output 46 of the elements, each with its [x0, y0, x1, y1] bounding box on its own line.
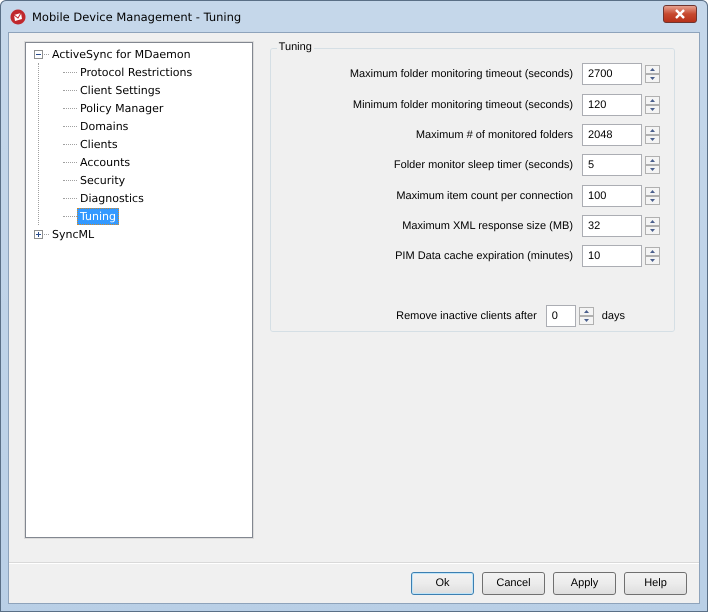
- number-field[interactable]: 10: [582, 245, 642, 268]
- number-field[interactable]: 120: [582, 94, 642, 116]
- group-title: Tuning: [276, 41, 314, 53]
- number-field[interactable]: 2048: [582, 124, 642, 146]
- number-field[interactable]: 32: [582, 215, 642, 238]
- dialog-button[interactable]: Apply: [553, 572, 616, 594]
- field-label: Remove inactive clients after: [396, 310, 537, 322]
- spin-buttons[interactable]: [645, 96, 660, 114]
- field-label: Maximum XML response size (MB): [402, 220, 573, 232]
- spin-buttons[interactable]: [645, 217, 660, 236]
- tree-item[interactable]: Protocol Restrictions: [77, 64, 196, 80]
- tree-item[interactable]: Policy Manager: [77, 100, 166, 116]
- spin-buttons[interactable]: [645, 65, 660, 84]
- unit-label: days: [602, 310, 625, 322]
- app-icon: [10, 8, 26, 24]
- tree-item[interactable]: Domains: [77, 118, 132, 134]
- tree-item[interactable]: Diagnostics: [77, 190, 147, 206]
- spin-buttons[interactable]: [645, 186, 660, 205]
- dialog-button[interactable]: Cancel: [482, 572, 545, 594]
- field-label: Maximum folder monitoring timeout (seconds): [350, 68, 573, 80]
- spin-buttons[interactable]: [578, 306, 594, 325]
- field-label: PIM Data cache expiration (minutes): [395, 250, 573, 262]
- number-field[interactable]: 100: [582, 184, 642, 207]
- tree-item[interactable]: Client Settings: [77, 82, 164, 98]
- close-icon: [673, 8, 687, 20]
- tree-item[interactable]: SyncML: [49, 226, 98, 242]
- tree-item[interactable]: Clients: [77, 136, 121, 152]
- collapse-icon[interactable]: [34, 50, 43, 58]
- field-label: Folder monitor sleep timer (seconds): [394, 159, 573, 172]
- spin-buttons[interactable]: [645, 156, 660, 174]
- spin-buttons[interactable]: [645, 247, 660, 266]
- dialog-button[interactable]: Help: [624, 572, 687, 594]
- dialog-button[interactable]: Ok: [411, 572, 474, 594]
- field-label: Maximum item count per connection: [396, 190, 573, 202]
- tree-item[interactable]: Security: [77, 172, 128, 188]
- expand-icon[interactable]: [34, 230, 43, 238]
- spin-buttons[interactable]: [645, 126, 660, 144]
- number-field[interactable]: 5: [582, 154, 642, 176]
- tree-item[interactable]: ActiveSync for MDaemon: [49, 46, 194, 62]
- field-label: Maximum # of monitored folders: [416, 128, 573, 141]
- field-label: Minimum folder monitoring timeout (seconds): [352, 98, 573, 111]
- number-field[interactable]: 2700: [582, 63, 642, 86]
- close-button[interactable]: [663, 4, 697, 22]
- number-field[interactable]: 0: [546, 304, 576, 327]
- tree-item[interactable]: Accounts: [77, 154, 134, 170]
- window-title: Mobile Device Management - Tuning: [32, 10, 242, 24]
